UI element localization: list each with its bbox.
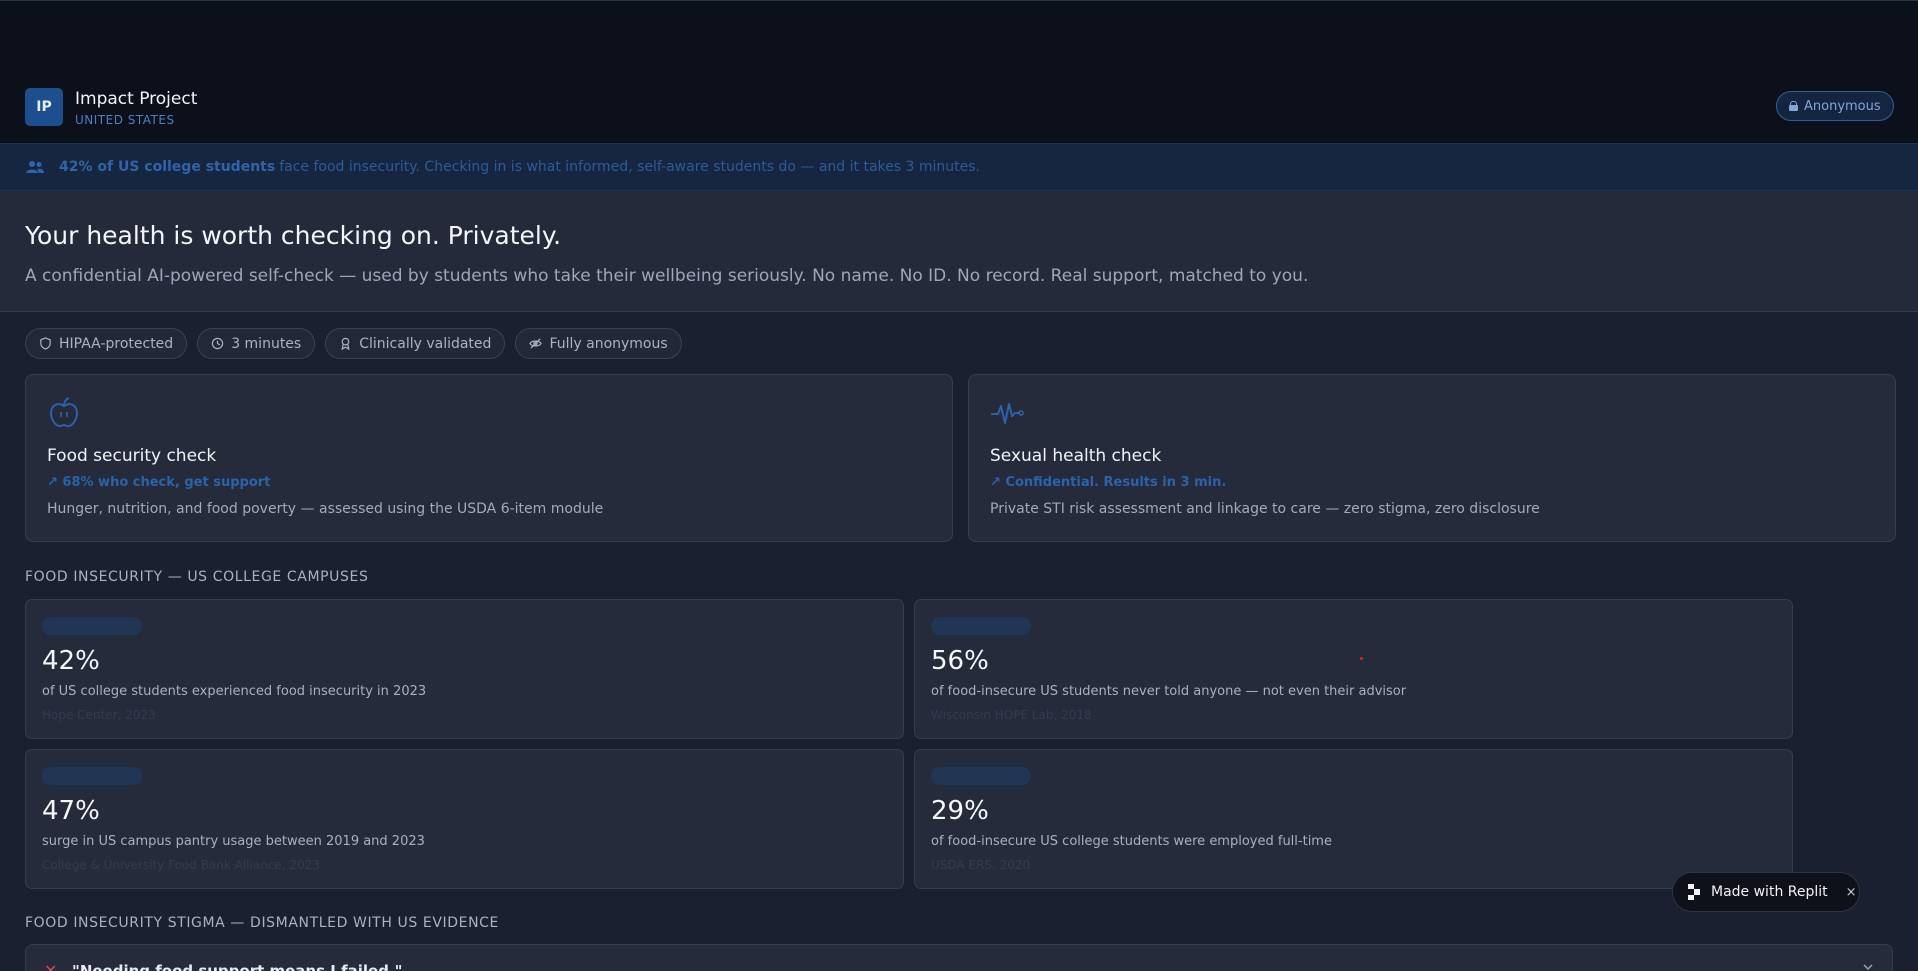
anonymous-label: Anonymous (1804, 98, 1881, 114)
stat-value: 42% (42, 646, 100, 676)
check-tag: ↗ Confidential. Results in 3 min. (990, 475, 1227, 490)
lock-icon (1789, 101, 1798, 111)
apple-icon (49, 397, 79, 428)
shield-icon (40, 337, 51, 350)
cursor-dot (1360, 657, 1363, 660)
check-tag: ↗ 68% who check, get support (47, 475, 271, 490)
top-bar: IP Impact Project UNITED STATES Anonymou… (0, 0, 1918, 143)
stats-section-title: FOOD INSECURITY — US COLLEGE CAMPUSES (25, 569, 369, 585)
stat-chip (42, 767, 142, 785)
pill-label: Fully anonymous (549, 335, 668, 352)
check-description: Private STI risk assessment and linkage … (990, 501, 1540, 517)
stat-card: 42% of US college students experienced f… (25, 599, 904, 739)
users-icon (26, 161, 44, 173)
info-banner: 42% of US college students face food ins… (0, 143, 1918, 191)
close-icon[interactable]: × (1846, 885, 1857, 900)
anonymous-badge[interactable]: Anonymous (1776, 91, 1894, 121)
pill-label: HIPAA-protected (59, 335, 174, 352)
banner-text: face food insecurity. Checking in is wha… (279, 159, 980, 175)
stat-source: College & University Food Bank Alliance,… (42, 858, 320, 872)
trust-pills: HIPAA-protected 3 minutes Clinically val… (25, 328, 682, 359)
stigma-accordion-item[interactable]: ✕ "Needing food support means I failed." (25, 944, 1893, 971)
hero: Your health is worth checking on. Privat… (0, 191, 1918, 312)
check-title: Food security check (47, 446, 217, 466)
stat-source: USDA ERS, 2020 (931, 858, 1031, 872)
stat-label: of food-insecure US college students wer… (931, 834, 1332, 849)
pill-label: Clinically validated (359, 335, 492, 352)
logo: IP (25, 88, 63, 126)
stat-label: of food-insecure US students never told … (931, 684, 1407, 699)
stat-source: Hope Center, 2023 (42, 708, 156, 722)
stat-label: surge in US campus pantry usage between … (42, 834, 425, 849)
pill-hipaa: HIPAA-protected (25, 328, 188, 359)
pulse-icon (991, 403, 1024, 424)
brand-name: Impact Project (75, 89, 198, 109)
replit-icon (1688, 884, 1700, 900)
stat-card: 47% surge in US campus pantry usage betw… (25, 749, 904, 889)
banner-stat: 42% of US college students (59, 159, 276, 175)
x-icon: ✕ (44, 961, 58, 971)
stat-source: Wisconsin HOPE Lab, 2018 (931, 708, 1092, 722)
food-security-check-card[interactable]: Food security check ↗ 68% who check, get… (25, 374, 953, 542)
stigma-quote: "Needing food support means I failed." (72, 962, 403, 971)
stigma-section-title: FOOD INSECURITY STIGMA — DISMANTLED WITH… (25, 915, 499, 931)
pill-duration: 3 minutes (197, 328, 316, 359)
sexual-health-check-card[interactable]: Sexual health check ↗ Confidential. Resu… (968, 374, 1896, 542)
stat-value: 29% (931, 796, 989, 826)
stat-value: 47% (42, 796, 100, 826)
page-subtitle: A confidential AI-powered self-check — u… (25, 266, 1309, 286)
stat-label: of US college students experienced food … (42, 684, 427, 699)
check-description: Hunger, nutrition, and food poverty — as… (47, 501, 604, 517)
page: IP Impact Project UNITED STATES Anonymou… (0, 0, 1918, 971)
chevron-down-icon (1863, 964, 1873, 971)
eye-off-icon (529, 338, 543, 349)
brand-country: UNITED STATES (75, 113, 175, 127)
pill-validated: Clinically validated (325, 328, 506, 359)
stat-chip (931, 617, 1031, 635)
stat-chip (42, 617, 142, 635)
stat-value: 56% (931, 646, 989, 676)
replit-label: Made with Replit (1711, 884, 1828, 900)
stat-chip (931, 767, 1031, 785)
clock-icon (211, 337, 224, 350)
award-icon (341, 337, 350, 350)
stat-card: 56% of food-insecure US students never t… (914, 599, 1793, 739)
stat-card: 29% of food-insecure US college students… (914, 749, 1793, 889)
pill-anonymous: Fully anonymous (515, 328, 682, 359)
page-title: Your health is worth checking on. Privat… (25, 221, 562, 250)
made-with-replit-badge[interactable]: Made with Replit × (1672, 872, 1860, 912)
pill-label: 3 minutes (231, 335, 302, 352)
check-title: Sexual health check (990, 446, 1162, 466)
